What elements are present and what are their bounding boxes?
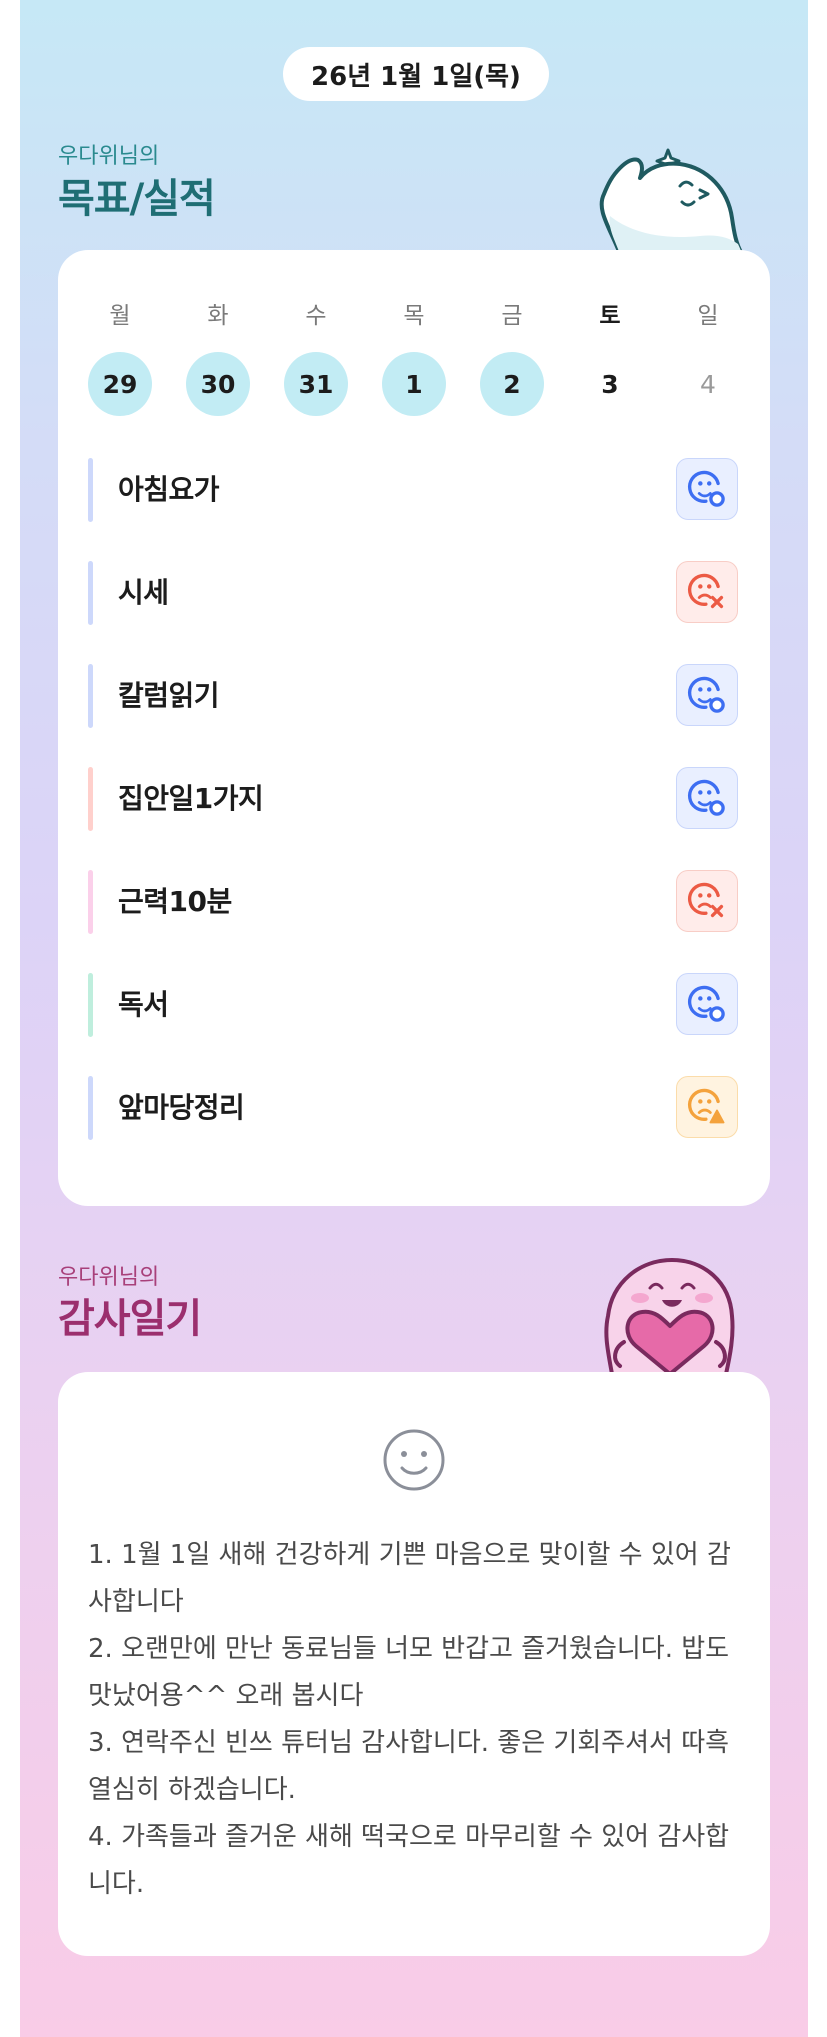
goals-title: 목표/실적 [58,176,216,222]
goal-row[interactable]: 앞마당정리 [88,1076,738,1140]
date-label: 26년 1월 1일(목) [311,61,521,92]
calendar-day-selected[interactable]: 1 [382,352,446,416]
goal-color-bar [88,870,93,934]
waving-ghost-mascot-icon [599,148,744,254]
goal-label: 시세 [118,576,169,609]
heart-hugging-mascot-icon [604,1258,735,1374]
goal-color-bar [88,1076,93,1140]
goal-row[interactable]: 아침요가 [88,458,738,522]
gratitude-text: 1. 1월 1일 새해 건강하게 기쁜 마음으로 맞이할 수 있어 감사합니다 … [88,1532,740,1908]
weekday-mon: 월 [109,303,131,329]
gratitude-entry: 3. 연락주신 빈쓰 튜터님 감사합니다. 좋은 기회주셔서 따흑 열심히 하겠… [88,1728,730,1805]
goal-status-button[interactable] [676,664,738,726]
goal-color-bar [88,767,93,831]
frown-x-icon [687,573,724,609]
weekday-tue: 화 [207,303,229,329]
calendar-day[interactable]: 4 [676,352,740,416]
gratitude-card: 1. 1월 1일 새해 건강하게 기쁜 마음으로 맞이할 수 있어 감사합니다 … [58,1372,770,1956]
calendar-day[interactable]: 30 [186,352,250,416]
face-warning-icon [687,1088,725,1124]
goal-status-button[interactable] [676,767,738,829]
goal-status-button[interactable] [676,870,738,932]
goal-label: 근력10분 [118,885,232,918]
goal-color-bar [88,664,93,728]
goal-status-button[interactable] [676,561,738,623]
smile-check-icon [687,779,725,816]
smile-check-icon [687,470,725,507]
goal-label: 집안일1가지 [118,782,264,815]
gratitude-entry: 1. 1월 1일 새해 건강하게 기쁜 마음으로 맞이할 수 있어 감사합니다 [88,1540,731,1617]
weekday-thu: 목 [403,303,425,329]
goal-row[interactable]: 근력10분 [88,870,738,934]
smile-check-icon [687,676,725,713]
goal-status-button[interactable] [676,973,738,1035]
smiley-face-icon [383,1429,445,1491]
goals-card: 월 화 수 목 금 토 일 29 30 31 1 2 3 4 아침요가 시세 칼… [58,250,770,1206]
goal-color-bar [88,561,93,625]
gratitude-entry: 4. 가족들과 즐거운 새해 떡국으로 마무리할 수 있어 감사합니다. [88,1822,730,1899]
smile-check-icon [687,985,725,1022]
weekday-sat: 토 [599,303,621,329]
goal-row[interactable]: 집안일1가지 [88,767,738,831]
gratitude-title: 감사일기 [58,1296,202,1342]
goal-color-bar [88,458,93,522]
goal-row[interactable]: 시세 [88,561,738,625]
goal-color-bar [88,973,93,1037]
goal-label: 독서 [118,988,169,1021]
goal-status-button[interactable] [676,1076,738,1138]
calendar-day[interactable]: 31 [284,352,348,416]
calendar-day[interactable]: 3 [578,352,642,416]
weekday-wed: 수 [305,303,327,329]
goal-row[interactable]: 독서 [88,973,738,1037]
gratitude-entry: 2. 오랜만에 만난 동료님들 너모 반갑고 즐거웠습니다. 밥도 맛났어용^^… [88,1634,730,1711]
goal-row[interactable]: 칼럼읽기 [88,664,738,728]
goal-label: 칼럼읽기 [118,679,220,712]
frown-x-icon [687,882,724,918]
app-background: 26년 1월 1일(목) 우다위님의 목표/실적 월 화 수 목 금 토 일 2… [20,0,808,2037]
weekday-fri: 금 [501,303,523,329]
weekday-sun: 일 [697,303,719,329]
calendar-day[interactable]: 29 [88,352,152,416]
calendar-day[interactable]: 2 [480,352,544,416]
date-pill[interactable]: 26년 1월 1일(목) [283,47,549,101]
goal-status-button[interactable] [676,458,738,520]
goal-label: 아침요가 [118,473,220,506]
goal-label: 앞마당정리 [118,1091,245,1124]
